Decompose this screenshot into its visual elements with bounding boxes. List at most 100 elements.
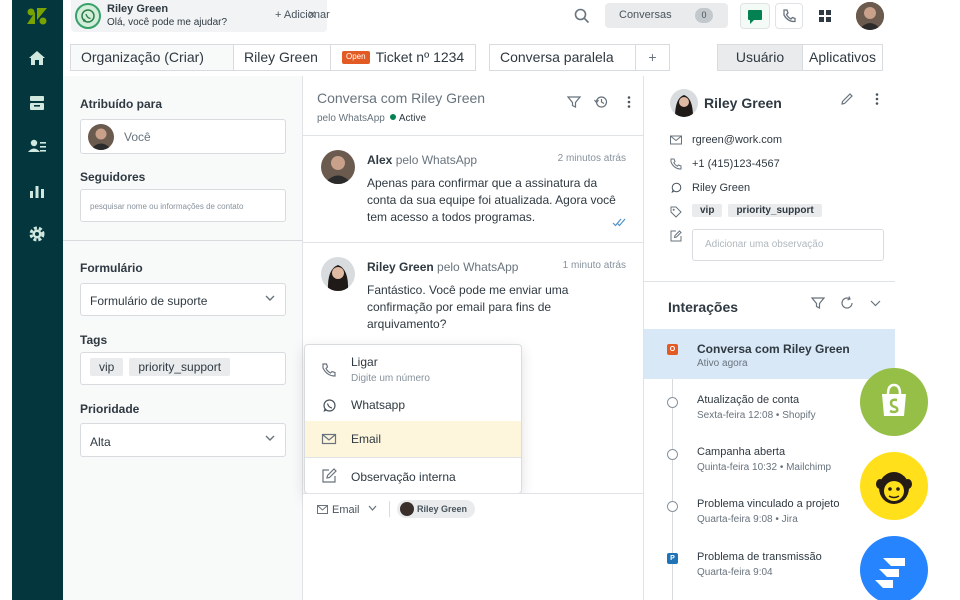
- interaction-title: Campanha aberta: [697, 446, 786, 458]
- contact-phone[interactable]: +1 (415)123-4567: [692, 158, 780, 170]
- organization-tab[interactable]: Organização (Criar): [70, 44, 234, 71]
- conversation-title: Conversa com Riley Green: [317, 90, 486, 106]
- reports-icon[interactable]: [27, 181, 47, 201]
- menu-item-internal-note[interactable]: Observação interna: [305, 458, 521, 494]
- jira-icon[interactable]: [860, 536, 928, 600]
- note-input[interactable]: Adicionar uma observação: [692, 229, 884, 261]
- history-icon[interactable]: [594, 95, 608, 109]
- contact-tags: vip priority_support: [692, 204, 828, 217]
- more-icon[interactable]: [622, 95, 636, 109]
- tag-icon: [670, 206, 682, 218]
- avatar[interactable]: [856, 2, 884, 30]
- assignee-value: Você: [124, 130, 151, 144]
- composer: Email Riley Green: [303, 493, 643, 600]
- channel-selector[interactable]: Email: [317, 504, 377, 516]
- followers-placeholder: pesquisar nome ou informações de contato: [90, 202, 244, 211]
- interaction-item[interactable]: Campanha aberta Quinta-feira 10:32 • Mai…: [644, 433, 895, 483]
- timeline-dot-icon: [667, 501, 678, 512]
- tab-apps[interactable]: Aplicativos: [802, 44, 883, 71]
- conversations-label: Conversas: [619, 9, 672, 21]
- phone-icon: [670, 158, 682, 170]
- tag-chip[interactable]: priority_support: [129, 358, 231, 376]
- zendesk-logo-icon[interactable]: [25, 6, 49, 26]
- interactions-title: Interações: [668, 299, 739, 315]
- followers-input[interactable]: pesquisar nome ou informações de contato: [80, 189, 286, 222]
- product-sidebar: [12, 0, 63, 600]
- phone-button[interactable]: [775, 3, 803, 29]
- form-select[interactable]: Formulário de suporte: [80, 283, 286, 316]
- form-label: Formulário: [80, 261, 143, 275]
- priority-value: Alta: [90, 435, 111, 449]
- home-icon[interactable]: [27, 48, 47, 68]
- avatar: [670, 89, 698, 117]
- chevron-down-icon[interactable]: [870, 298, 881, 308]
- interaction-title: Atualização de conta: [697, 394, 800, 406]
- interaction-item[interactable]: O Conversa com Riley Green Ativo agora: [644, 329, 895, 379]
- menu-item-whatsapp[interactable]: Whatsapp: [305, 389, 521, 423]
- tag-chip[interactable]: vip: [692, 204, 723, 217]
- tab-user[interactable]: Usuário: [717, 44, 803, 71]
- assigned-label: Atribuído para: [80, 97, 163, 111]
- tag-chip[interactable]: vip: [90, 358, 124, 376]
- recipient-chip[interactable]: Riley Green: [397, 500, 476, 518]
- channel-menu: Ligar Digite um número Whatsapp Email Ob…: [304, 344, 522, 494]
- conversation-marker-icon: O: [667, 344, 678, 355]
- shopify-icon[interactable]: [860, 368, 928, 436]
- menu-item-label: Whatsapp: [351, 398, 406, 412]
- edit-icon[interactable]: [840, 92, 854, 106]
- user-breadcrumb[interactable]: Riley Green: [233, 44, 331, 71]
- message-time: 1 minuto atrás: [562, 260, 626, 271]
- settings-icon[interactable]: [27, 224, 47, 244]
- tags-label: Tags: [80, 333, 108, 347]
- divider: [644, 281, 895, 282]
- more-icon[interactable]: [870, 92, 884, 106]
- interaction-item[interactable]: Atualização de conta Sexta-feira 12:08 •…: [644, 381, 895, 431]
- conversations-count: 0: [695, 8, 713, 23]
- status-label: Active: [398, 113, 427, 124]
- chat-button[interactable]: [740, 3, 770, 29]
- menu-item-label: Ligar: [351, 355, 378, 369]
- conversations-button[interactable]: Conversas 0: [605, 3, 728, 28]
- whatsapp-icon: [671, 182, 682, 193]
- contact-email[interactable]: rgreen@work.com: [692, 134, 782, 146]
- status-dot: [389, 114, 396, 120]
- interaction-sub: Quarta-feira 9:04: [697, 567, 773, 578]
- ticket-tabstrip: Organização (Criar) Riley Green Open Tick…: [63, 40, 897, 76]
- phone-icon: [322, 363, 336, 377]
- ticket-breadcrumb[interactable]: Open Ticket nº 1234: [330, 44, 476, 71]
- mailchimp-icon[interactable]: [860, 452, 928, 520]
- status-badge: Open: [342, 51, 370, 64]
- tag-chip[interactable]: priority_support: [728, 204, 822, 217]
- interaction-item[interactable]: Problema vinculado a projeto Quarta-feir…: [644, 485, 895, 535]
- assignee-field[interactable]: Você: [80, 119, 286, 154]
- add-side-conversation-button[interactable]: +: [635, 44, 670, 71]
- inbox-icon[interactable]: [27, 93, 47, 113]
- menu-item-sub: Digite um número: [351, 373, 430, 384]
- message-author: Riley Green pelo WhatsApp: [367, 260, 519, 274]
- ticket-number: Ticket nº 1234: [375, 49, 465, 65]
- filter-icon[interactable]: [567, 95, 581, 109]
- interaction-sub: Quarta-feira 9:08 • Jira: [697, 514, 798, 525]
- refresh-icon[interactable]: [840, 296, 854, 310]
- menu-item-email[interactable]: Email: [305, 421, 521, 457]
- priority-label: Prioridade: [80, 402, 140, 416]
- divider: [389, 501, 390, 517]
- divider: [303, 135, 643, 136]
- menu-item-call[interactable]: Ligar Digite um número: [305, 351, 521, 389]
- filter-icon[interactable]: [811, 296, 825, 310]
- search-icon[interactable]: [573, 7, 591, 25]
- grid-icon[interactable]: [817, 8, 833, 24]
- email-icon: [317, 505, 328, 514]
- read-receipt-icon: [612, 218, 626, 227]
- avatar: [321, 257, 355, 291]
- contact-whatsapp: Riley Green: [692, 182, 751, 194]
- phone-icon: [783, 9, 796, 23]
- contacts-icon[interactable]: [27, 136, 47, 156]
- add-tab-button[interactable]: + Adicionar: [275, 9, 330, 21]
- contact-name: Riley Green: [704, 95, 782, 111]
- interaction-item[interactable]: P Problema de transmissão Quarta-feira 9…: [644, 538, 895, 588]
- tags-input[interactable]: vip priority_support: [80, 352, 286, 385]
- priority-select[interactable]: Alta: [80, 423, 286, 457]
- menu-item-label: Email: [351, 432, 382, 446]
- side-conversation-tab[interactable]: Conversa paralela: [489, 44, 636, 71]
